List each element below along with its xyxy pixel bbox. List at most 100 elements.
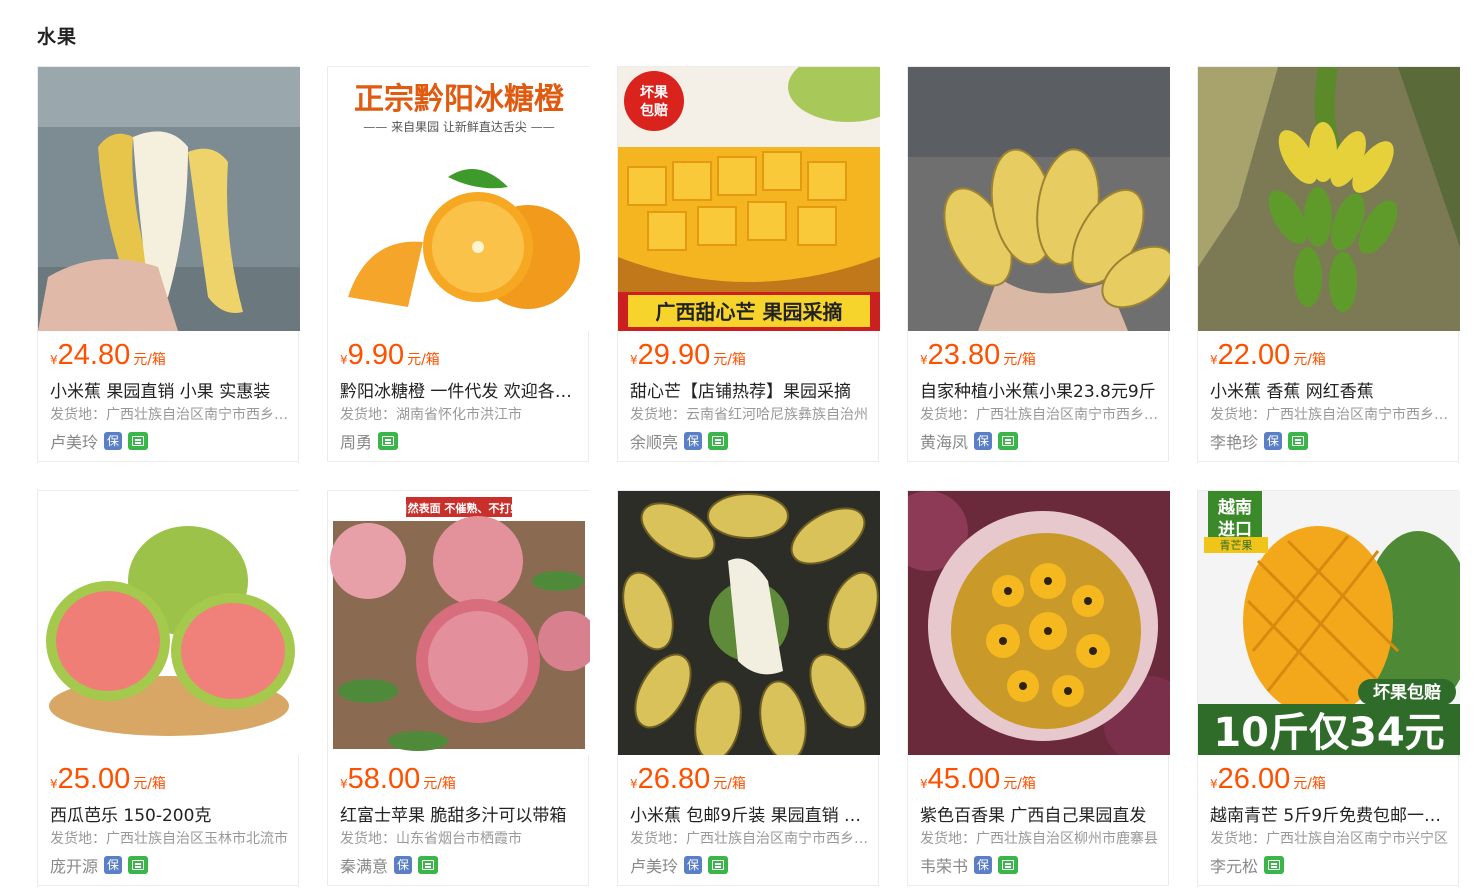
- currency-symbol: ¥: [340, 353, 348, 367]
- product-title[interactable]: 西瓜芭乐 150-200克: [50, 801, 290, 826]
- product-title[interactable]: 小米蕉 包邮9斤装 果园直销 新鲜: [630, 801, 870, 826]
- price: ¥58.00 元/箱: [340, 763, 456, 799]
- product-image[interactable]: 10斤仅34元 坏果包赔 越南 进口 青芒果: [1198, 491, 1460, 755]
- price-value: 25.00: [57, 763, 131, 795]
- seller-name[interactable]: 李艳珍: [1210, 433, 1258, 452]
- product-image[interactable]: [38, 67, 300, 331]
- seller-row: 李艳珍保: [1210, 429, 1309, 452]
- product-card[interactable]: ¥22.00 元/箱 小米蕉 香蕉 网红香蕉 发货地：广西壮族自治区南宁市西乡塘区…: [1197, 66, 1460, 462]
- seller-row: 卢美玲保: [630, 853, 729, 876]
- seller-name[interactable]: 周勇: [340, 433, 372, 452]
- currency-symbol: ¥: [630, 353, 638, 367]
- product-card[interactable]: ¥23.80 元/箱 自家种植小米蕉小果23.8元9斤 发货地：广西壮族自治区南宁…: [907, 66, 1170, 462]
- product-title[interactable]: 小米蕉 香蕉 网红香蕉: [1210, 377, 1450, 402]
- product-card[interactable]: 10斤仅34元 坏果包赔 越南 进口 青芒果 ¥26.00 元/箱 越南青芒 5斤…: [1197, 490, 1460, 886]
- guarantee-badge: 保: [684, 432, 703, 450]
- product-image[interactable]: [618, 491, 880, 755]
- price-value: 26.80: [637, 763, 711, 795]
- product-title[interactable]: 小米蕉 果园直销 小果 实惠装: [50, 377, 290, 402]
- price: ¥26.80 元/箱: [630, 763, 746, 799]
- svg-text:坏果包赔: 坏果包赔: [1373, 682, 1441, 703]
- svg-text:—— 来自果园 让新鲜直达舌尖 ——: —— 来自果园 让新鲜直达舌尖 ——: [363, 119, 554, 134]
- ship-origin: 发货地：广西壮族自治区南宁市西乡塘区: [630, 831, 870, 847]
- price: ¥25.00 元/箱: [50, 763, 166, 799]
- product-card[interactable]: 正宗黔阳冰糖橙 —— 来自果园 让新鲜直达舌尖 —— ¥9.90 元/箱 黔阳冰糖…: [327, 66, 590, 462]
- svg-text:10斤仅34元: 10斤仅34元: [1213, 710, 1444, 755]
- price-value: 24.80: [57, 339, 131, 371]
- verified-id-icon: [418, 856, 439, 874]
- product-image[interactable]: 正宗黔阳冰糖橙 —— 来自果园 让新鲜直达舌尖 ——: [328, 67, 590, 331]
- ship-origin: 发货地：山东省烟台市栖霞市: [340, 831, 522, 847]
- product-image[interactable]: 自然表面 不催熟、不打蜡: [328, 491, 590, 755]
- product-title[interactable]: 自家种植小米蕉小果23.8元9斤: [920, 377, 1160, 402]
- product-image[interactable]: 广西甜心芒 果园采摘 坏果 包赔: [618, 67, 880, 331]
- guarantee-badge: 保: [974, 432, 993, 450]
- ship-origin: 发货地：广西壮族自治区南宁市西乡塘区: [1210, 407, 1450, 423]
- seller-row: 余顺亮保: [630, 429, 729, 452]
- price-value: 26.00: [1217, 763, 1291, 795]
- verified-id-icon: [998, 856, 1019, 874]
- ship-origin: 发货地：广西壮族自治区玉林市北流市: [50, 831, 288, 847]
- guarantee-badge: 保: [104, 856, 123, 874]
- product-image[interactable]: [908, 67, 1170, 331]
- price-unit: 元/箱: [1003, 352, 1036, 368]
- product-image[interactable]: [908, 491, 1170, 755]
- verified-id-icon: [708, 432, 729, 450]
- verified-id-icon: [128, 432, 149, 450]
- seller-name[interactable]: 黄海凤: [920, 433, 968, 452]
- guarantee-badge: 保: [974, 856, 993, 874]
- seller-name[interactable]: 韦荣书: [920, 857, 968, 876]
- product-image[interactable]: [1198, 67, 1460, 331]
- price: ¥9.90 元/箱: [340, 339, 440, 375]
- verified-id-icon: [378, 432, 399, 450]
- seller-name[interactable]: 李元松: [1210, 857, 1258, 876]
- price-value: 29.90: [637, 339, 711, 371]
- guarantee-badge: 保: [1264, 432, 1283, 450]
- product-title[interactable]: 越南青芒 5斤9斤免费包邮一件代发: [1210, 801, 1450, 826]
- price-unit: 元/箱: [133, 776, 166, 792]
- price-unit: 元/箱: [713, 776, 746, 792]
- verified-id-icon: [1288, 432, 1309, 450]
- product-card[interactable]: ¥25.00 元/箱 西瓜芭乐 150-200克 发货地：广西壮族自治区玉林市北流…: [37, 490, 300, 886]
- seller-name[interactable]: 余顺亮: [630, 433, 678, 452]
- verified-id-icon: [128, 856, 149, 874]
- svg-text:坏果: 坏果: [640, 84, 669, 101]
- product-title[interactable]: 紫色百香果 广西自己果园直发: [920, 801, 1160, 826]
- product-card[interactable]: 自然表面 不催熟、不打蜡 ¥58.00 元/箱 红富士苹果 脆甜多汁可以带箱 发货…: [327, 490, 590, 886]
- seller-row: 黄海凤保: [920, 429, 1019, 452]
- price: ¥29.90 元/箱: [630, 339, 746, 375]
- price-unit: 元/箱: [1003, 776, 1036, 792]
- price-value: 58.00: [347, 763, 421, 795]
- price-unit: 元/箱: [1293, 776, 1326, 792]
- product-title[interactable]: 红富士苹果 脆甜多汁可以带箱: [340, 801, 580, 826]
- price-unit: 元/箱: [423, 776, 456, 792]
- guarantee-badge: 保: [684, 856, 703, 874]
- price-unit: 元/箱: [1293, 352, 1326, 368]
- svg-text:自然表面 不催熟、不打蜡: 自然表面 不催熟、不打蜡: [397, 501, 522, 515]
- product-card[interactable]: ¥24.80 元/箱 小米蕉 果园直销 小果 实惠装 发货地：广西壮族自治区南宁市…: [37, 66, 300, 462]
- price-unit: 元/箱: [133, 352, 166, 368]
- currency-symbol: ¥: [1210, 777, 1218, 791]
- seller-name[interactable]: 秦满意: [340, 857, 388, 876]
- svg-text:广西甜心芒 果园采摘: 广西甜心芒 果园采摘: [656, 300, 843, 324]
- verified-id-icon: [998, 432, 1019, 450]
- ship-origin: 发货地：广西壮族自治区南宁市兴宁区: [1210, 831, 1448, 847]
- seller-name[interactable]: 卢美玲: [630, 857, 678, 876]
- svg-text:正宗黔阳冰糖橙: 正宗黔阳冰糖橙: [354, 82, 565, 117]
- product-image[interactable]: [38, 491, 300, 755]
- currency-symbol: ¥: [630, 777, 638, 791]
- price-value: 22.00: [1217, 339, 1291, 371]
- seller-row: 周勇: [340, 429, 399, 452]
- svg-text:青芒果: 青芒果: [1220, 539, 1253, 552]
- currency-symbol: ¥: [1210, 353, 1218, 367]
- seller-name[interactable]: 庞开源: [50, 857, 98, 876]
- product-title[interactable]: 黔阳冰糖橙 一件代发 欢迎各位老板: [340, 377, 580, 402]
- product-card[interactable]: ¥45.00 元/箱 紫色百香果 广西自己果园直发 发货地：广西壮族自治区柳州市鹿…: [907, 490, 1170, 886]
- price: ¥23.80 元/箱: [920, 339, 1036, 375]
- product-card[interactable]: ¥26.80 元/箱 小米蕉 包邮9斤装 果园直销 新鲜 发货地：广西壮族自治区南…: [617, 490, 880, 886]
- seller-row: 卢美玲保: [50, 429, 149, 452]
- price: ¥24.80 元/箱: [50, 339, 166, 375]
- seller-name[interactable]: 卢美玲: [50, 433, 98, 452]
- product-card[interactable]: 广西甜心芒 果园采摘 坏果 包赔 ¥29.90 元/箱 甜心芒【店铺热荐】果园采摘…: [617, 66, 880, 462]
- product-title[interactable]: 甜心芒【店铺热荐】果园采摘: [630, 377, 870, 402]
